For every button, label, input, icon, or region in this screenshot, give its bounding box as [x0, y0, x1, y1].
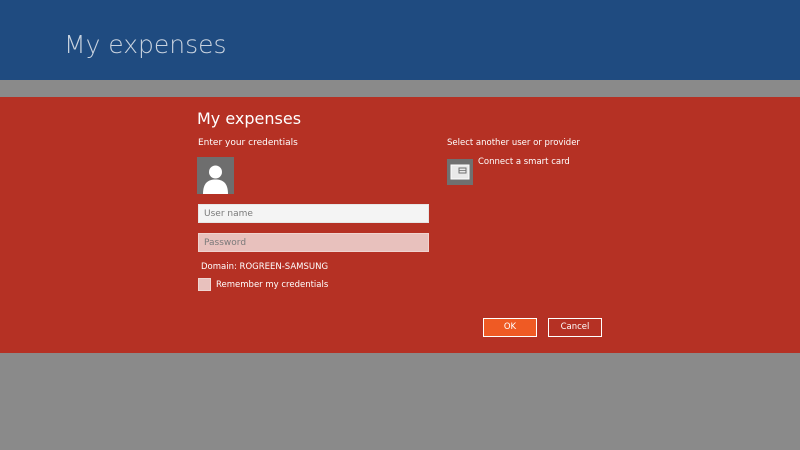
smart-card-icon [447, 159, 473, 185]
ok-button[interactable]: OK [483, 318, 537, 337]
remember-credentials-checkbox[interactable] [198, 278, 211, 291]
password-field[interactable] [198, 233, 429, 252]
domain-label: Domain: ROGREEN-SAMSUNG [201, 262, 329, 272]
remember-credentials-label[interactable]: Remember my credentials [216, 280, 328, 290]
app-title-bar: My expenses [0, 0, 800, 80]
dialog-title: My expenses [197, 109, 302, 128]
user-silhouette-icon [197, 157, 234, 194]
app-title: My expenses [64, 30, 227, 59]
dialog-subtitle: Enter your credentials [198, 138, 298, 148]
username-field[interactable] [198, 204, 429, 223]
credentials-dialog: My expenses Enter your credentials Domai… [0, 97, 800, 353]
provider-heading: Select another user or provider [447, 138, 580, 148]
smart-card-label: Connect a smart card [478, 157, 570, 167]
cancel-button[interactable]: Cancel [548, 318, 602, 337]
